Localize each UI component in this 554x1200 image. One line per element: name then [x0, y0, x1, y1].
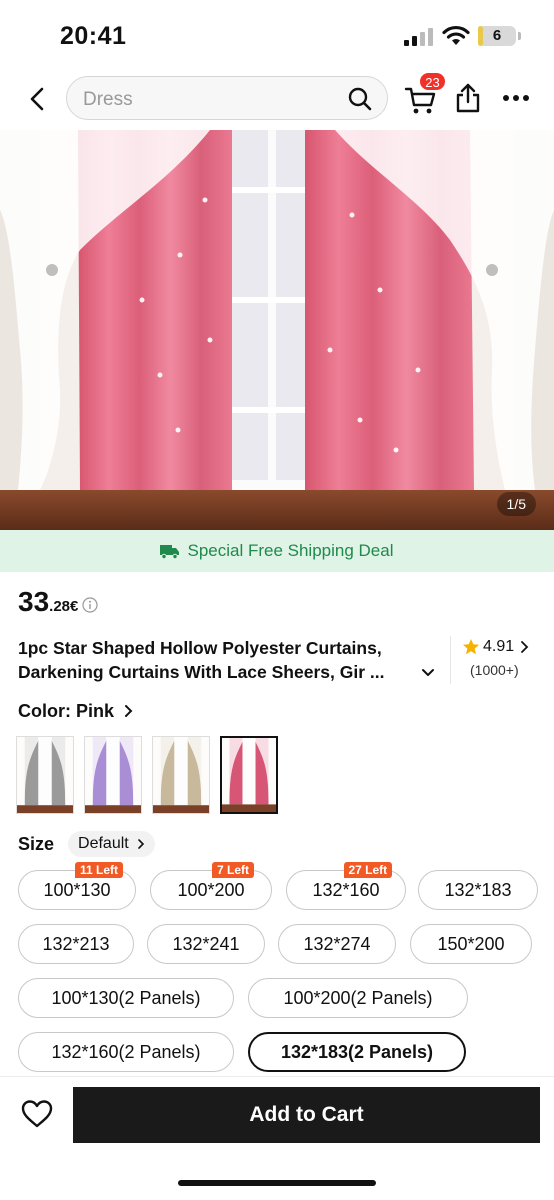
- stock-badge: 11 Left: [75, 862, 124, 878]
- cellular-signal-icon: [404, 28, 433, 46]
- color-swatch-purple[interactable]: [84, 736, 142, 814]
- chevron-right-icon: [521, 641, 529, 653]
- swatch-image: [222, 738, 276, 812]
- rating-count: (1000+): [470, 662, 519, 678]
- status-time: 20:41: [60, 22, 127, 50]
- size-option[interactable]: 100*200(2 Panels): [248, 978, 468, 1018]
- swatch-image: [85, 737, 141, 813]
- heart-icon[interactable]: [20, 1098, 54, 1130]
- share-icon[interactable]: [454, 82, 482, 114]
- size-option[interactable]: 132*213: [18, 924, 134, 964]
- product-image: [0, 130, 554, 530]
- home-indicator: [178, 1180, 376, 1186]
- back-arrow-icon[interactable]: [22, 82, 52, 116]
- rating-divider: [450, 636, 451, 684]
- rating-score: 4.91: [483, 638, 515, 655]
- chevron-right-icon: [125, 705, 133, 717]
- color-label: Color:: [18, 700, 71, 721]
- size-option[interactable]: 132*241: [147, 924, 265, 964]
- shipping-banner[interactable]: Special Free Shipping Deal: [0, 530, 554, 572]
- shipping-text: Special Free Shipping Deal: [187, 541, 394, 560]
- size-option[interactable]: 132*160(2 Panels): [18, 1032, 234, 1072]
- size-option[interactable]: 132*183: [418, 870, 538, 910]
- color-swatch-beige[interactable]: [152, 736, 210, 814]
- star-icon: [463, 639, 479, 655]
- battery-cap: [518, 32, 521, 40]
- search-input[interactable]: Dress: [66, 76, 388, 120]
- truck-icon: [160, 545, 180, 559]
- image-counter: 1/5: [496, 492, 536, 516]
- size-option[interactable]: 100*130(2 Panels): [18, 978, 234, 1018]
- size-option[interactable]: 132*183(2 Panels): [248, 1032, 466, 1072]
- bottom-divider: [0, 1076, 554, 1077]
- product-image-gallery[interactable]: 1/5: [0, 130, 554, 530]
- more-options-icon[interactable]: [502, 92, 530, 104]
- price: 33 .28€: [18, 586, 98, 622]
- stock-badge: 27 Left: [343, 862, 393, 878]
- size-guide-button[interactable]: Default: [68, 831, 155, 857]
- price-decimal: .28€: [49, 598, 79, 615]
- info-icon[interactable]: [82, 597, 98, 613]
- size-default-label: Default: [78, 835, 129, 852]
- swatch-image: [17, 737, 73, 813]
- chevron-down-icon[interactable]: [421, 668, 435, 678]
- cart-badge: 23: [419, 72, 446, 91]
- color-value: Pink: [76, 700, 115, 721]
- wifi-icon: [442, 25, 470, 45]
- battery-indicator: 6: [478, 26, 516, 46]
- size-option[interactable]: 132*274: [278, 924, 396, 964]
- status-bar: 20:41 6: [0, 0, 554, 70]
- color-selector-header[interactable]: Color: Pink: [18, 698, 134, 724]
- size-label: Size: [18, 833, 55, 854]
- search-placeholder: Dress: [83, 89, 133, 110]
- stock-badge: 7 Left: [212, 862, 255, 878]
- color-swatches: [16, 736, 288, 814]
- size-option[interactable]: 150*200: [410, 924, 532, 964]
- swatch-image: [153, 737, 209, 813]
- chevron-right-icon: [137, 839, 144, 849]
- add-to-cart-button[interactable]: Add to Cart: [73, 1087, 540, 1143]
- battery-level: 6: [492, 27, 502, 44]
- color-swatch-gray[interactable]: [16, 736, 74, 814]
- price-main: 33: [18, 586, 50, 617]
- rating-summary[interactable]: 4.91 (1000+): [462, 636, 542, 678]
- color-swatch-pink[interactable]: [220, 736, 278, 814]
- product-title[interactable]: 1pc Star Shaped Hollow Polyester Curtain…: [18, 636, 440, 684]
- size-selector-header: Size Default: [18, 830, 155, 858]
- top-nav: Dress 23: [0, 70, 554, 128]
- search-icon[interactable]: [347, 86, 373, 112]
